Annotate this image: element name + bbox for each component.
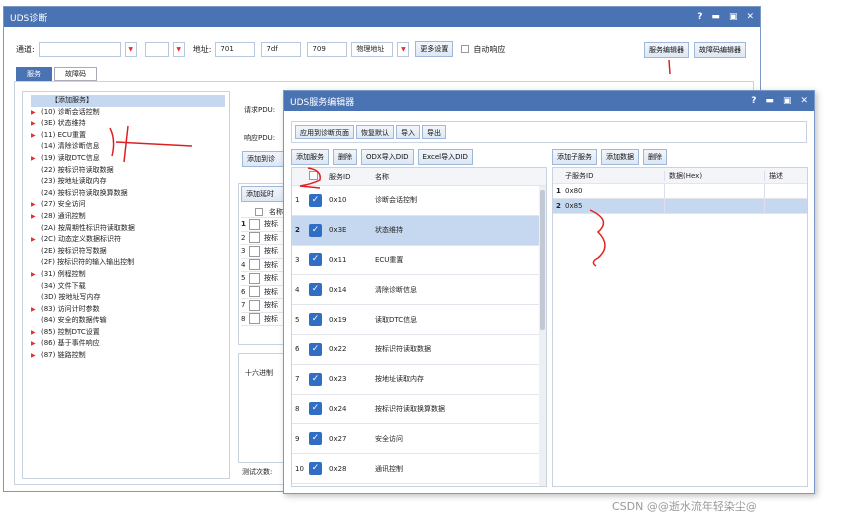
annotation-mark-3 bbox=[589, 209, 606, 267]
annotation-mark-4 bbox=[109, 125, 193, 163]
annotation-mark-2 bbox=[299, 167, 321, 189]
annotation-mark-1 bbox=[668, 59, 671, 75]
watermark: CSDN @@逝水流年轻染尘@ bbox=[612, 500, 757, 513]
red-annotations bbox=[109, 59, 671, 267]
